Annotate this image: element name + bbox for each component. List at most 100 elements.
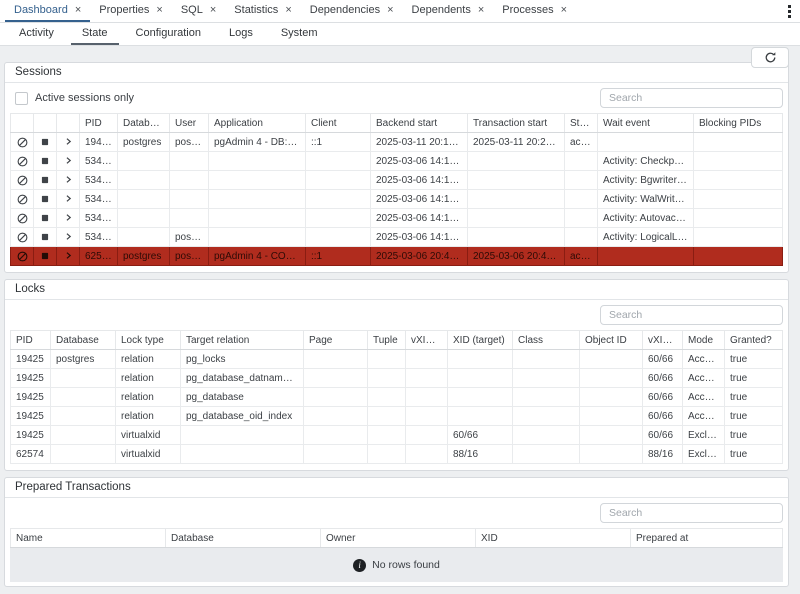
sub-tab-logs[interactable]: Logs xyxy=(218,23,264,45)
cancel-query-button[interactable] xyxy=(11,171,34,190)
sessions-search-input[interactable] xyxy=(600,88,783,108)
column-header[interactable]: Application xyxy=(209,114,306,133)
session-row[interactable]: 534562025-03-06 14:10:11 ...Activity: Au… xyxy=(11,209,783,228)
terminate-session-button[interactable] xyxy=(34,190,57,209)
column-header[interactable]: Transaction start xyxy=(468,114,565,133)
refresh-button[interactable] xyxy=(751,47,789,68)
expand-row-button[interactable] xyxy=(57,152,80,171)
prepared-search-input[interactable] xyxy=(600,503,783,523)
kebab-menu-icon[interactable] xyxy=(779,0,800,22)
column-header[interactable]: Blocking PIDs xyxy=(694,114,783,133)
close-icon[interactable]: × xyxy=(561,5,567,16)
tab-dependencies[interactable]: Dependencies× xyxy=(301,0,403,22)
tab-dependents[interactable]: Dependents× xyxy=(403,0,494,22)
expand-row-button[interactable] xyxy=(57,247,80,266)
lock-row[interactable]: 19425relationpg_database_oid_index60/66A… xyxy=(11,407,783,426)
column-header[interactable]: Database xyxy=(118,114,170,133)
cancel-query-button[interactable] xyxy=(11,209,34,228)
tab-label: Statistics xyxy=(234,4,278,16)
expand-row-button[interactable] xyxy=(57,133,80,152)
cancel-query-button[interactable] xyxy=(11,152,34,171)
tab-statistics[interactable]: Statistics × xyxy=(225,0,300,22)
cancel-query-button[interactable] xyxy=(11,228,34,247)
table-cell xyxy=(209,171,306,190)
expand-row-button[interactable] xyxy=(57,228,80,247)
cancel-query-button[interactable] xyxy=(11,133,34,152)
column-header[interactable]: Database xyxy=(166,529,321,548)
column-header[interactable]: Prepared at xyxy=(631,529,783,548)
tab-properties[interactable]: Properties× xyxy=(90,0,172,22)
session-row[interactable]: 19425postgrespostgr...pgAdmin 4 - DB:pos… xyxy=(11,133,783,152)
session-row[interactable]: 534552025-03-06 14:10:11 ...Activity: Wa… xyxy=(11,190,783,209)
close-icon[interactable]: × xyxy=(156,5,162,16)
column-header[interactable]: PID xyxy=(11,331,51,350)
column-header[interactable]: Granted? xyxy=(725,331,783,350)
column-header[interactable]: Owner xyxy=(321,529,476,548)
close-icon[interactable]: × xyxy=(285,5,291,16)
sub-tab-activity[interactable]: Activity xyxy=(8,23,65,45)
session-row[interactable]: 53457postgr...2025-03-06 14:10:11 ...Act… xyxy=(11,228,783,247)
tab-sql[interactable]: SQL× xyxy=(172,0,225,22)
column-header[interactable]: Wait event xyxy=(598,114,694,133)
expand-row-button[interactable] xyxy=(57,171,80,190)
column-header[interactable]: XID (target) xyxy=(448,331,513,350)
column-header[interactable]: Backend start xyxy=(371,114,468,133)
table-cell xyxy=(448,369,513,388)
sub-tab-configuration[interactable]: Configuration xyxy=(125,23,212,45)
expand-row-button[interactable] xyxy=(57,190,80,209)
lock-row[interactable]: 19425relationpg_database60/66Acces...tru… xyxy=(11,388,783,407)
lock-row[interactable]: 19425virtualxid60/6660/66Exclusi...true xyxy=(11,426,783,445)
column-header[interactable]: Target relation xyxy=(181,331,304,350)
session-row[interactable]: 62574postgrespostgr...pgAdmin 4 - CONN:6… xyxy=(11,247,783,266)
close-icon[interactable]: × xyxy=(75,5,81,16)
column-header[interactable]: vXID (t... xyxy=(406,331,448,350)
table-cell xyxy=(118,228,170,247)
active-sessions-only-checkbox[interactable]: Active sessions only xyxy=(15,92,134,105)
table-cell: 2025-03-06 14:10:11 ... xyxy=(371,228,468,247)
column-header[interactable]: Lock type xyxy=(116,331,181,350)
locks-search-input[interactable] xyxy=(600,305,783,325)
column-header[interactable]: Tuple xyxy=(368,331,406,350)
sub-tab-state[interactable]: State xyxy=(71,23,119,45)
sub-tab-system[interactable]: System xyxy=(270,23,329,45)
terminate-session-button[interactable] xyxy=(34,133,57,152)
lock-row[interactable]: 19425relationpg_database_datname_ind...6… xyxy=(11,369,783,388)
column-header[interactable]: Mode xyxy=(683,331,725,350)
close-icon[interactable]: × xyxy=(478,5,484,16)
lock-row[interactable]: 19425postgresrelationpg_locks60/66Acces.… xyxy=(11,350,783,369)
session-row[interactable]: 534522025-03-06 14:10:11 ...Activity: Ch… xyxy=(11,152,783,171)
table-cell xyxy=(406,407,448,426)
column-header[interactable]: Class xyxy=(513,331,580,350)
column-header[interactable]: Object ID xyxy=(580,331,643,350)
cancel-query-button[interactable] xyxy=(11,190,34,209)
lock-row[interactable]: 62574virtualxid88/1688/16Exclusi...true xyxy=(11,445,783,464)
close-icon[interactable]: × xyxy=(387,5,393,16)
column-header[interactable]: Database xyxy=(51,331,116,350)
tab-dashboard[interactable]: Dashboard× xyxy=(5,0,90,22)
column-header[interactable]: Name xyxy=(11,529,166,548)
table-cell: 19425 xyxy=(11,407,51,426)
window-tab-bar: Dashboard×Properties×SQL×Statistics×Depe… xyxy=(0,0,800,23)
table-cell: postgr... xyxy=(170,247,209,266)
column-header[interactable]: User xyxy=(170,114,209,133)
stop-icon xyxy=(39,156,51,167)
column-header[interactable]: Page xyxy=(304,331,368,350)
column-header[interactable]: XID xyxy=(476,529,631,548)
column-header[interactable]: Client xyxy=(306,114,371,133)
expand-row-button[interactable] xyxy=(57,209,80,228)
column-header[interactable]: PID xyxy=(80,114,118,133)
table-cell: 19425 xyxy=(11,388,51,407)
tab-processes[interactable]: Processes× xyxy=(493,0,576,22)
terminate-session-button[interactable] xyxy=(34,247,57,266)
checkbox-box[interactable] xyxy=(15,92,28,105)
session-row[interactable]: 534532025-03-06 14:10:11 ...Activity: Bg… xyxy=(11,171,783,190)
terminate-session-button[interactable] xyxy=(34,152,57,171)
sessions-panel: Sessions Active sessions only PIDDatabas… xyxy=(4,62,789,273)
terminate-session-button[interactable] xyxy=(34,209,57,228)
cancel-query-button[interactable] xyxy=(11,247,34,266)
terminate-session-button[interactable] xyxy=(34,171,57,190)
terminate-session-button[interactable] xyxy=(34,228,57,247)
close-icon[interactable]: × xyxy=(210,5,216,16)
column-header[interactable]: State xyxy=(565,114,598,133)
column-header[interactable]: vXID (... xyxy=(643,331,683,350)
